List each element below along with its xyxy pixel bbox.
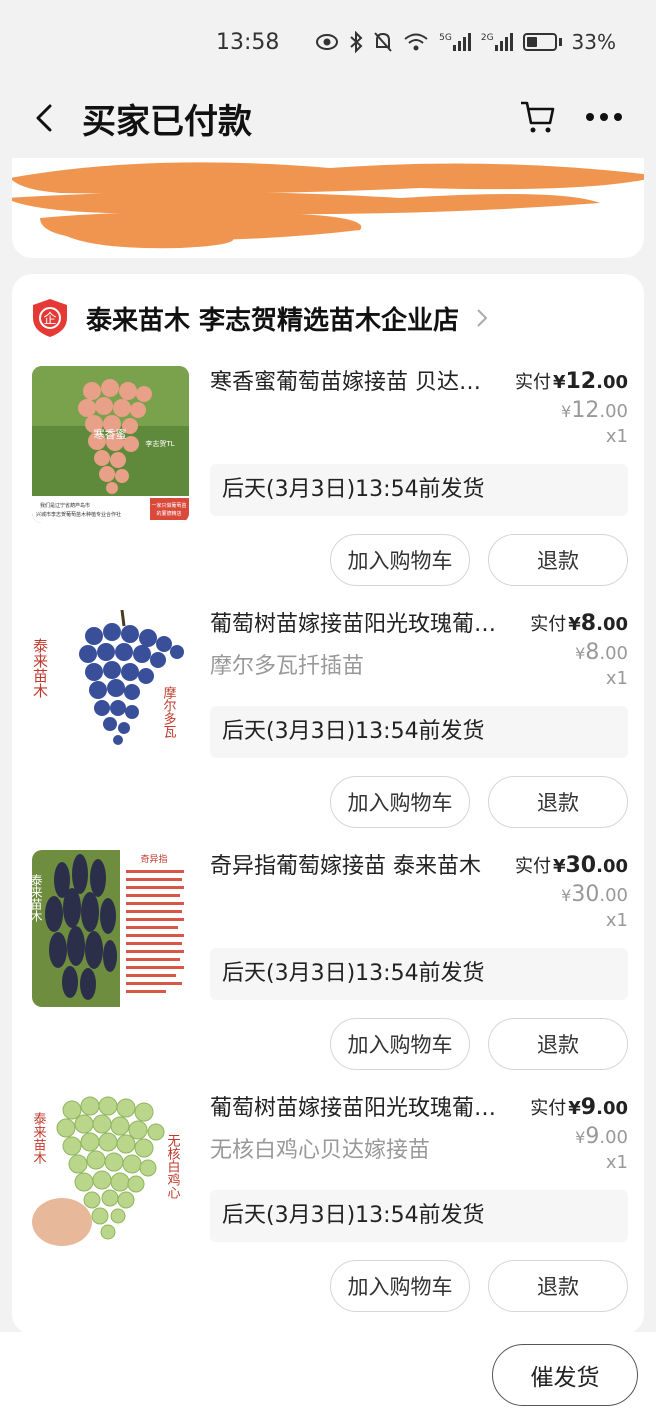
shipping-deadline: 后天(3月3日)13:54前发货	[210, 1190, 628, 1242]
quantity: x1	[605, 426, 628, 447]
cart-icon[interactable]	[518, 98, 556, 136]
paid-price: 实付 ¥ 9 .00	[530, 1094, 628, 1120]
product-sku: 摩尔多瓦扦插苗	[210, 654, 365, 679]
refund-button[interactable]: 退款	[488, 776, 628, 828]
paid-label: 实付	[514, 856, 551, 877]
network-5g-label: 5G	[439, 33, 452, 43]
network-2g-label: 2G	[480, 33, 494, 43]
add-to-cart-button[interactable]: 加入购物车	[330, 1260, 470, 1312]
paid-decimal: .00	[596, 372, 628, 393]
wifi-icon	[404, 33, 428, 51]
product-thumbnail[interactable]: 泰来苗木 摩尔多瓦	[32, 608, 189, 765]
paid-integer: 9	[580, 1095, 597, 1120]
currency-symbol: ¥	[568, 614, 581, 635]
signal-icon	[452, 33, 471, 51]
eye-icon	[316, 34, 339, 50]
shop-row[interactable]: 企 泰来苗木 李志贺精选苗木企业店	[32, 296, 489, 340]
bluetooth-icon	[350, 31, 363, 53]
paid-decimal: .00	[596, 856, 628, 877]
thumb-label: 李志贺TL	[145, 439, 174, 448]
chevron-right-icon	[477, 309, 488, 327]
battery-icon	[522, 33, 557, 51]
shipping-deadline: 后天(3月3日)13:54前发货	[210, 706, 628, 758]
redaction-scribble	[12, 162, 644, 249]
more-icon[interactable]	[584, 102, 624, 132]
thumb-label: 一家只做葡萄苗	[151, 502, 186, 509]
quantity: x1	[605, 1152, 628, 1173]
battery-percent: 33%	[571, 30, 616, 54]
product-thumbnail[interactable]: 寒香蜜 李志贺TL 我们是辽宁省葫芦岛市 兴城市李志贺葡萄苗木种植专业合作社 一…	[32, 366, 189, 523]
order-item: 寒香蜜 李志贺TL 我们是辽宁省葫芦岛市 兴城市李志贺葡萄苗木种植专业合作社 一…	[12, 366, 644, 608]
refund-button[interactable]: 退款	[488, 1018, 628, 1070]
original-price: ¥ 30 .00	[561, 882, 628, 907]
shipping-deadline: 后天(3月3日)13:54前发货	[210, 464, 628, 516]
order-card: 企 泰来苗木 李志贺精选苗木企业店 寒香蜜 李志贺TL 我们是辽宁省葫芦岛市 兴…	[12, 274, 644, 1334]
signal-icon	[494, 33, 513, 51]
paid-integer: 12	[565, 369, 597, 394]
mute-icon	[374, 32, 392, 52]
order-item: 泰来苗木 奇异指 奇异指葡萄嫁接苗 泰来苗木 实付 ¥ 30 .00 ¥ 30	[12, 850, 644, 1092]
paid-integer: 8	[580, 611, 597, 636]
quantity: x1	[605, 668, 628, 689]
shop-name[interactable]: 泰来苗木 李志贺精选苗木企业店	[86, 300, 459, 337]
product-sku: 无核白鸡心贝达嫁接苗	[210, 1138, 431, 1163]
paid-price: 实付 ¥ 30 .00	[515, 852, 628, 878]
shipping-deadline: 后天(3月3日)13:54前发货	[210, 948, 628, 1000]
paid-decimal: .00	[596, 1098, 628, 1119]
paid-label: 实付	[530, 614, 567, 635]
paid-label: 实付	[514, 372, 551, 393]
product-thumbnail[interactable]: 泰来苗木 奇异指	[32, 850, 189, 1007]
thumb-label: 无核白鸡心	[165, 1134, 181, 1199]
shop-badge-icon: 企	[33, 299, 67, 337]
product-name[interactable]: 奇异指葡萄嫁接苗 泰来苗木	[210, 852, 502, 882]
paid-price: 实付 ¥ 12 .00	[515, 368, 628, 394]
add-to-cart-button[interactable]: 加入购物车	[330, 776, 470, 828]
bottom-action-bar: 催发货	[0, 1332, 656, 1424]
svg-text:企: 企	[43, 311, 56, 327]
order-item: 泰来苗木 无核白鸡心 葡萄树苗嫁接苗阳光玫瑰葡萄苗 无核白鸡心贝达嫁接苗 实付 …	[12, 1092, 644, 1334]
thumb-label: 奇异指	[140, 853, 167, 865]
original-price: ¥ 12 .00	[561, 398, 628, 423]
thumb-label: 泰来苗木	[32, 874, 43, 922]
status-time: 13:58	[216, 30, 280, 55]
order-item: 泰来苗木 摩尔多瓦 葡萄树苗嫁接苗阳光玫瑰葡萄苗 摩尔多瓦扦插苗 实付 ¥ 8 …	[12, 608, 644, 850]
add-to-cart-button[interactable]: 加入购物车	[330, 534, 470, 586]
thumb-label: 寒香蜜	[94, 427, 127, 441]
thumb-label: 我们是辽宁省葫芦岛市	[40, 502, 90, 509]
paid-integer: 30	[565, 853, 597, 878]
status-bar: 13:58 5G 2G 33%	[0, 0, 656, 88]
add-to-cart-button[interactable]: 加入购物车	[330, 1018, 470, 1070]
paid-price: 实付 ¥ 8 .00	[530, 610, 628, 636]
quantity: x1	[605, 910, 628, 931]
product-name[interactable]: 葡萄树苗嫁接苗阳光玫瑰葡萄苗	[210, 1094, 502, 1124]
thumb-label: 泰来苗木	[32, 1112, 46, 1164]
thumb-label: 泰来苗木	[32, 638, 49, 698]
status-icons: 5G 2G 33%	[315, 30, 616, 54]
currency-symbol: ¥	[552, 372, 566, 393]
product-thumbnail[interactable]: 泰来苗木 无核白鸡心	[32, 1092, 189, 1249]
currency-symbol: ¥	[568, 1098, 581, 1119]
currency-symbol: ¥	[552, 856, 566, 877]
page-title: 买家已付款	[82, 102, 252, 142]
refund-button[interactable]: 退款	[488, 1260, 628, 1312]
nav-bar: 买家已付款	[0, 88, 656, 148]
thumb-label: 的厦德精店	[156, 510, 181, 517]
product-name[interactable]: 葡萄树苗嫁接苗阳光玫瑰葡萄苗	[210, 610, 502, 640]
original-price: ¥ 8 .00	[575, 640, 628, 665]
paid-label: 实付	[530, 1098, 567, 1119]
urge-shipping-button[interactable]: 催发货	[492, 1344, 638, 1406]
back-arrow-icon[interactable]	[28, 100, 64, 136]
product-name[interactable]: 寒香蜜葡萄苗嫁接苗 贝达嫁接苗	[210, 368, 502, 398]
thumb-label: 摩尔多瓦	[161, 685, 177, 739]
thumb-label: 兴城市李志贺葡萄苗木种植专业合作社	[36, 511, 121, 518]
original-price: ¥ 9 .00	[575, 1124, 628, 1149]
paid-decimal: .00	[596, 614, 628, 635]
refund-button[interactable]: 退款	[488, 534, 628, 586]
address-card[interactable]	[12, 158, 644, 258]
